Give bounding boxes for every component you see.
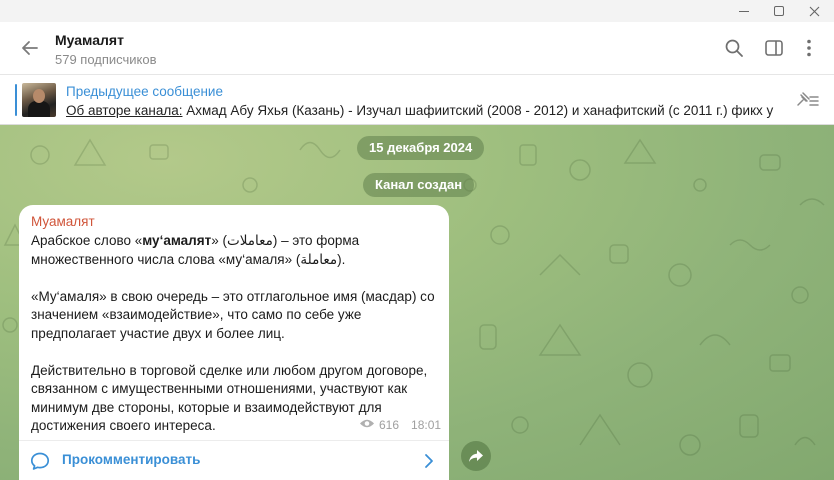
chat-area[interactable]: 15 декабря 2024 Канал создан Муамалят Ар… — [0, 125, 834, 480]
p1-before: Арабское слово « — [31, 233, 143, 248]
search-icon[interactable] — [722, 36, 746, 60]
pinned-text-rest: Ахмад Абу Яхья (Казань) - Изучал шафиитс… — [182, 103, 776, 118]
comment-button[interactable]: Прокомментировать — [19, 441, 449, 480]
comment-bubble-icon — [30, 451, 50, 471]
message-time: 18:01 — [411, 418, 442, 432]
comment-label: Прокомментировать — [62, 452, 201, 467]
window-titlebar — [0, 0, 834, 22]
message-text: Арабское слово «му‘амалят» (معاملات) – э… — [31, 232, 443, 436]
pinned-thumbnail — [22, 83, 56, 117]
message-paragraph-2: «Му‘амаля» в свою очередь – это отглагол… — [31, 288, 435, 341]
pinned-message-bar[interactable]: Предыдущее сообщение Об авторе канала: А… — [0, 74, 834, 125]
pinned-text-prefix: Об авторе канала: — [66, 103, 183, 118]
maximize-icon[interactable] — [762, 0, 796, 22]
channel-title[interactable]: Муамалят — [55, 32, 124, 48]
service-message-pill: Канал создан — [363, 173, 475, 197]
views-icon — [359, 418, 375, 432]
pinned-list-icon[interactable] — [794, 89, 820, 111]
subscriber-count: 579 подписчиков — [55, 52, 157, 67]
share-icon[interactable] — [461, 441, 491, 471]
pinned-text: Об авторе канала: Ахмад Абу Яхья (Казань… — [66, 103, 776, 118]
chat-header: Муамалят 579 подписчиков — [0, 22, 834, 74]
minimize-icon[interactable] — [727, 0, 761, 22]
pinned-title: Предыдущее сообщение — [66, 84, 223, 99]
close-icon[interactable] — [797, 0, 831, 22]
chevron-right-icon — [421, 453, 437, 469]
views-count: 616 — [379, 418, 400, 432]
message-author[interactable]: Муамалят — [31, 214, 95, 229]
sidebar-toggle-icon[interactable] — [762, 36, 786, 60]
p1-bold: му‘амалят — [142, 233, 212, 248]
message-meta: 616 18:01 — [359, 418, 441, 432]
message-bubble[interactable]: Муамалят Арабское слово «му‘амалят» (معا… — [19, 205, 449, 480]
date-pill: 15 декабря 2024 — [357, 136, 485, 160]
pinned-accent-line — [15, 84, 17, 116]
message-paragraph-1: Арабское слово «му‘амалят» (معاملات) – э… — [31, 232, 443, 269]
back-arrow-icon[interactable] — [18, 36, 42, 60]
more-vertical-icon[interactable] — [797, 36, 821, 60]
